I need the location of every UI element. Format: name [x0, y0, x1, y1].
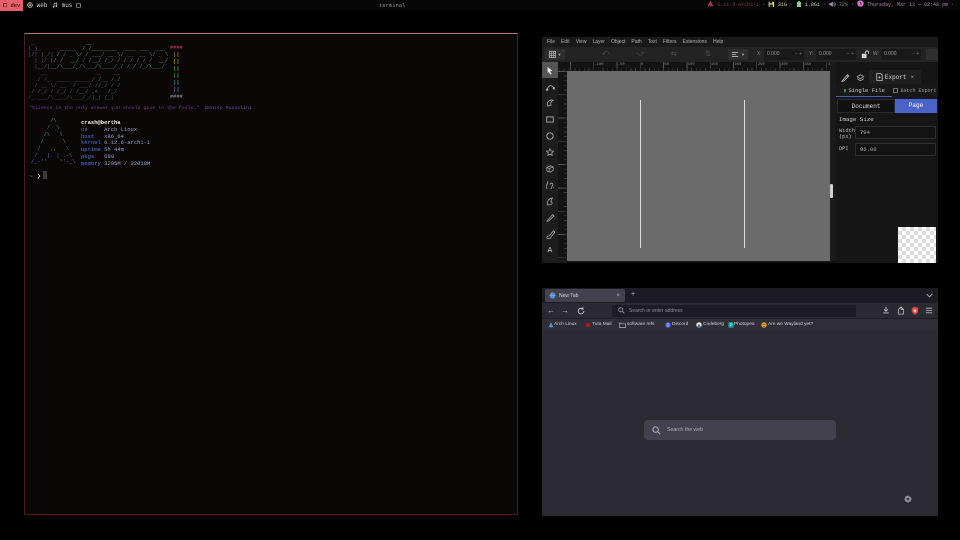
svg-text:P: P: [730, 322, 733, 327]
